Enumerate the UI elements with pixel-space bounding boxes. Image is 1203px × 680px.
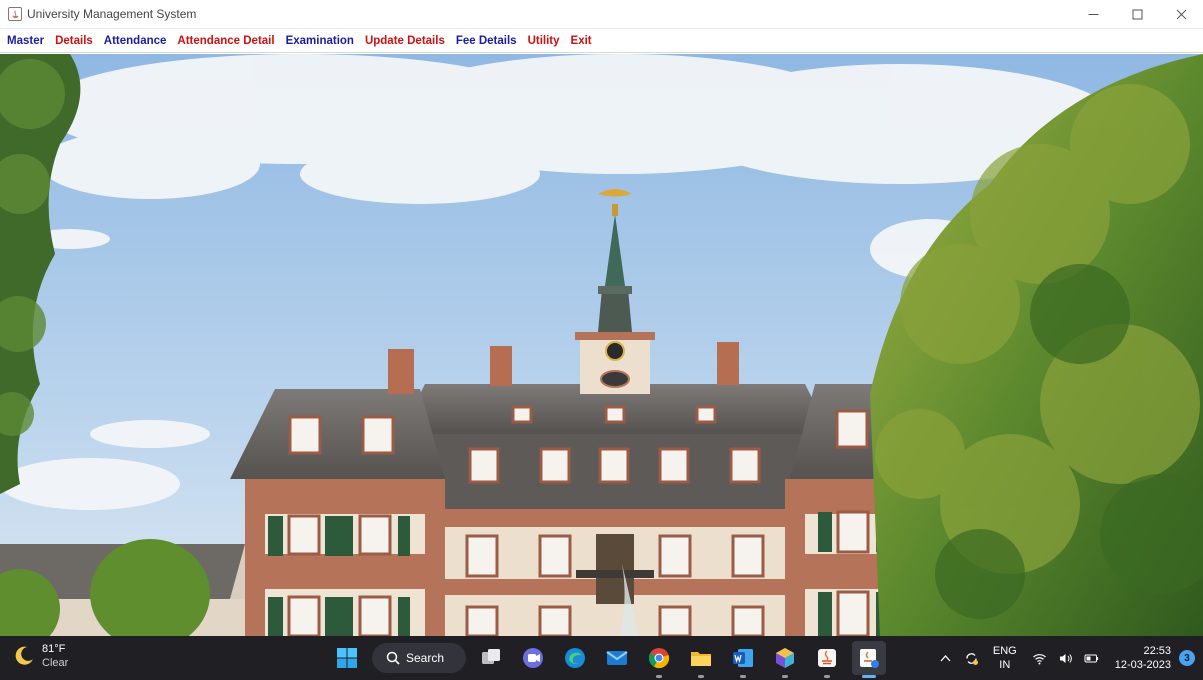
taskbar-search[interactable]: Search — [372, 643, 466, 673]
edge-icon — [565, 648, 585, 668]
clock-date: 12-03-2023 — [1114, 659, 1171, 671]
weather-widget[interactable]: 81°F Clear — [12, 642, 68, 670]
clock[interactable]: 22:53 12-03-2023 — [1115, 644, 1171, 672]
title-bar: University Management System — [0, 0, 1203, 29]
wifi-icon — [1033, 653, 1047, 664]
file-explorer-button[interactable] — [684, 641, 718, 678]
window-title: University Management System — [27, 7, 197, 21]
close-button[interactable] — [1159, 0, 1203, 29]
word-icon — [733, 649, 753, 667]
language-code: ENG — [992, 645, 1017, 657]
system-tray: ENG IN 22:53 12-03-2023 3 — [933, 636, 1195, 680]
taskbar-apps: Search — [326, 641, 890, 678]
java-app-icon — [8, 7, 22, 21]
menu-exit[interactable]: Exit — [571, 35, 592, 47]
app-cube-button[interactable] — [768, 641, 802, 678]
clock-time: 22:53 — [1143, 645, 1171, 657]
java-app-icon — [860, 649, 879, 668]
menu-bar: Master Details Attendance Attendance Det… — [0, 29, 1203, 53]
menu-attendance-detail[interactable]: Attendance Detail — [177, 35, 274, 47]
menu-master[interactable]: Master — [7, 35, 44, 47]
word-button[interactable] — [726, 641, 760, 678]
edge-button[interactable] — [558, 641, 592, 675]
java-app-window-button[interactable] — [852, 641, 886, 678]
notification-badge[interactable]: 3 — [1179, 650, 1195, 666]
java-icon — [818, 649, 836, 667]
menu-fee-details[interactable]: Fee Details — [456, 35, 517, 47]
minimize-button[interactable] — [1071, 0, 1115, 29]
chrome-button[interactable] — [642, 641, 676, 678]
app-cube-icon — [776, 648, 794, 668]
battery-button[interactable] — [1082, 648, 1102, 668]
weather-condition: Clear — [42, 657, 69, 669]
menu-update-details[interactable]: Update Details — [365, 35, 445, 47]
chevron-up-icon — [940, 654, 951, 661]
search-icon — [386, 651, 400, 665]
maximize-button[interactable] — [1115, 0, 1159, 29]
task-view-button[interactable] — [474, 641, 508, 675]
menu-attendance[interactable]: Attendance — [104, 35, 167, 47]
start-button[interactable] — [330, 641, 364, 675]
teams-chat-icon — [523, 648, 543, 668]
search-label: Search — [406, 651, 445, 665]
teams-chat-button[interactable] — [516, 641, 550, 675]
battery-icon — [1084, 654, 1099, 662]
file-explorer-icon — [691, 652, 711, 666]
region-code: IN — [999, 659, 1011, 671]
wifi-button[interactable] — [1030, 648, 1050, 668]
menu-utility[interactable]: Utility — [528, 35, 560, 47]
mail-icon — [606, 651, 628, 665]
show-hidden-icons-button[interactable] — [936, 648, 956, 668]
weather-temperature: 81°F — [42, 643, 66, 655]
chrome-icon — [648, 648, 670, 669]
menu-examination[interactable]: Examination — [286, 35, 354, 47]
windows-start-icon — [337, 648, 357, 668]
sync-button[interactable] — [962, 648, 982, 668]
taskbar: 81°F Clear Search ENG IN 22:53 12-03-202… — [0, 636, 1203, 680]
speaker-icon — [1060, 653, 1073, 663]
main-background-image — [0, 54, 1203, 636]
task-view-icon — [482, 649, 500, 664]
sync-icon — [966, 652, 979, 665]
java-button[interactable] — [810, 641, 844, 678]
mail-button[interactable] — [600, 641, 634, 675]
moon-icon — [15, 646, 33, 665]
menu-details[interactable]: Details — [55, 35, 93, 47]
university-building-photo — [0, 54, 1203, 636]
volume-button[interactable] — [1056, 648, 1076, 668]
language-indicator[interactable]: ENG IN — [993, 644, 1017, 672]
